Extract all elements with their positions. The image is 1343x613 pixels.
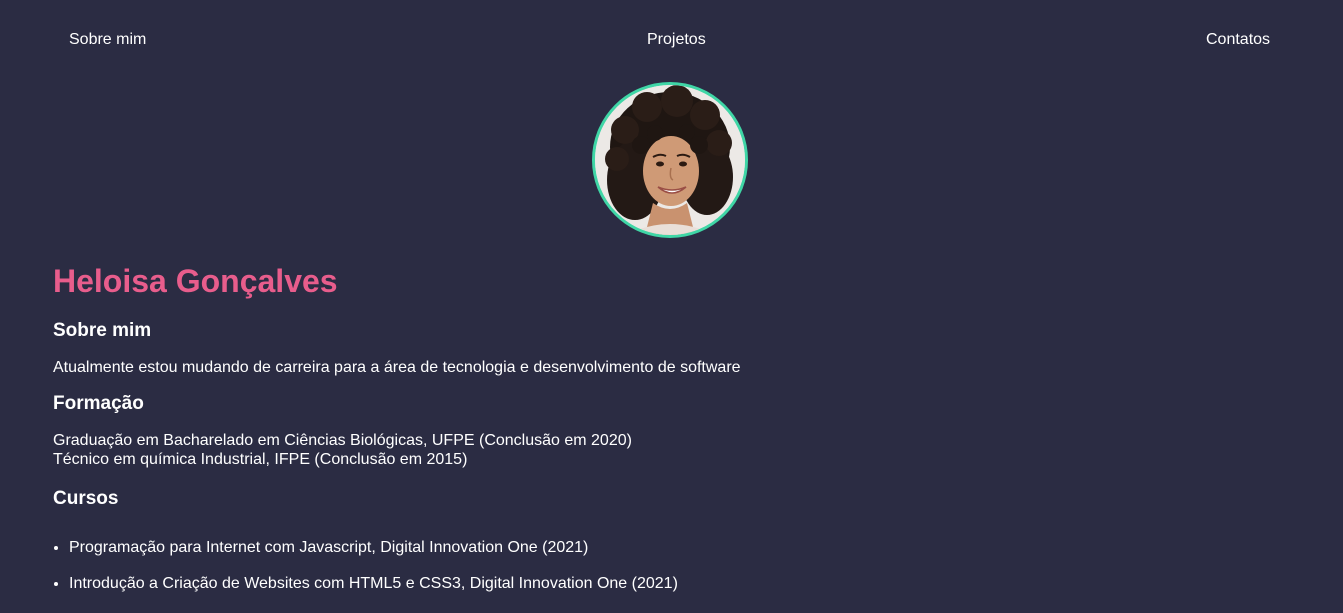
profile-name: Heloisa Gonçalves [53,263,338,299]
education-list: Graduação em Bacharelado em Ciências Bio… [53,431,1293,469]
course-item: Programação para Internet com Javascript… [69,538,1293,557]
about-text: Atualmente estou mudando de carreira par… [53,359,741,376]
courses-list: Programação para Internet com Javascript… [53,538,1293,593]
education-item: Graduação em Bacharelado em Ciências Bio… [53,432,632,449]
nav-link-projetos[interactable]: Projetos [647,30,706,50]
profile-photo [595,85,745,235]
main-content: Heloisa Gonçalves Sobre mim Atualmente e… [53,262,1293,610]
about-heading: Sobre mim [53,320,152,341]
top-navigation: Sobre mim Projetos Contatos [0,30,1343,52]
education-heading: Formação [53,393,144,414]
education-item: Técnico em química Industrial, IFPE (Con… [53,451,468,468]
nav-link-contatos[interactable]: Contatos [1206,30,1270,50]
course-item: Introdução a Criação de Websites com HTM… [69,574,1293,593]
profile-avatar [592,82,748,238]
courses-heading: Cursos [53,488,119,509]
nav-link-sobre-mim[interactable]: Sobre mim [69,30,146,50]
